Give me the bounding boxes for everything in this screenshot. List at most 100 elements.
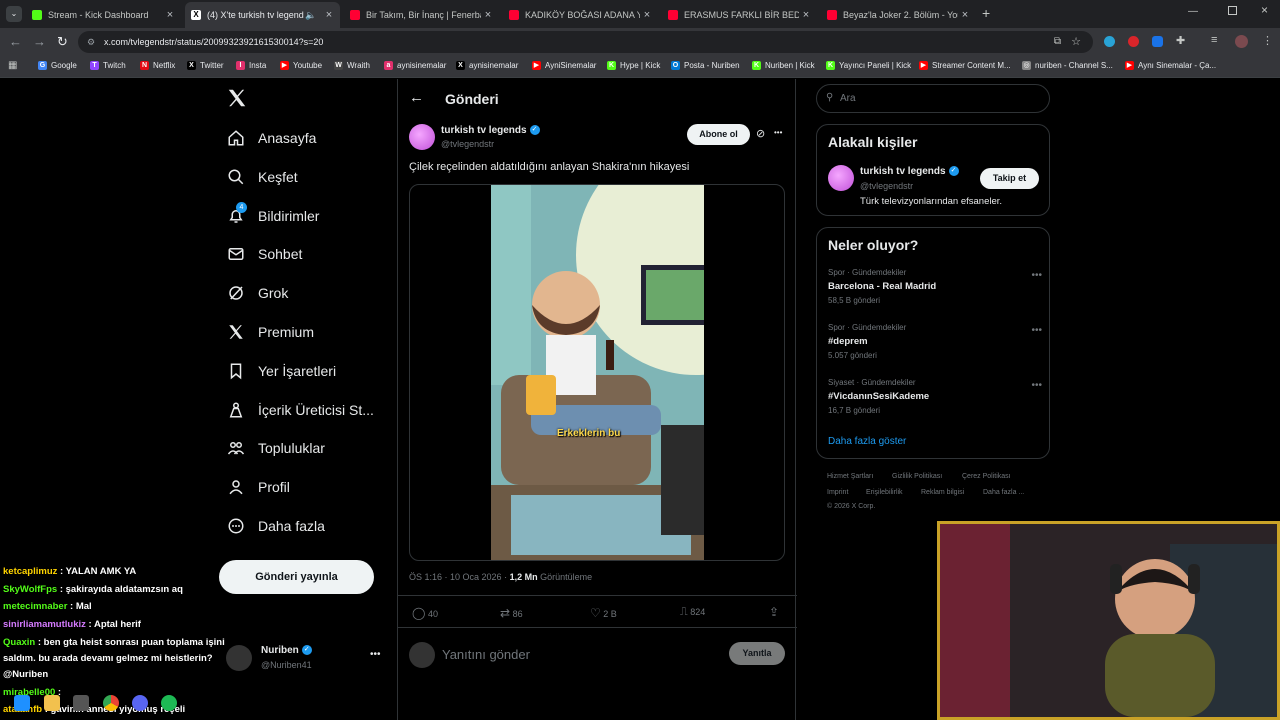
reply-button[interactable]: Yanıtla <box>729 642 785 665</box>
reply-input[interactable]: Yanıtını gönder <box>442 647 530 662</box>
more-icon[interactable]: ••• <box>1031 380 1042 391</box>
apps-grid-icon[interactable]: ▦ <box>8 60 17 71</box>
bookmark-item[interactable]: T Twitch <box>90 61 126 70</box>
post-time[interactable]: ÖS 1:16 · 10 Oca 2026 <box>409 572 502 582</box>
file-explorer-icon[interactable] <box>44 695 60 711</box>
browser-tab-active[interactable]: X (4) X'te turkish tv legends: "Ç 🔈 × <box>185 2 340 28</box>
app-icon[interactable] <box>73 695 89 711</box>
bookmark-item[interactable]: K Hype | Kick <box>607 61 660 70</box>
sidebar-item-creator[interactable]: İçerik Üreticisi St... <box>226 398 374 422</box>
more-icon[interactable]: ••• <box>1031 325 1042 336</box>
bookmark-item[interactable]: ▶ Youtube <box>280 61 322 70</box>
window-close-icon[interactable]: × <box>1261 3 1268 17</box>
bookmark-item[interactable]: I Insta <box>236 61 266 70</box>
close-icon[interactable]: × <box>322 9 336 21</box>
browser-tab[interactable]: ERASMUS FARKLI BİR BEDENDE × <box>662 4 817 26</box>
browser-tab[interactable]: KADIKÖY BOĞASI ADANA YÜRE × <box>503 4 658 26</box>
show-more-link[interactable]: Daha fazla göster <box>828 436 906 447</box>
repost-action[interactable]: ⇄ 86 <box>500 606 523 620</box>
star-icon[interactable]: ☆ <box>1071 31 1081 53</box>
grok-icon[interactable]: ⊘ <box>756 127 765 140</box>
back-arrow-icon[interactable]: ← <box>409 89 424 106</box>
sidebar-item-communities[interactable]: Topluluklar <box>226 436 325 460</box>
close-icon[interactable]: × <box>640 9 654 21</box>
bookmark-action[interactable]: ⎍ 824 <box>680 606 705 619</box>
maximize-icon[interactable] <box>1228 6 1237 15</box>
bookmark-item[interactable]: Xaynisinemalar <box>456 61 518 70</box>
post-button[interactable]: Gönderi yayınla <box>219 560 374 594</box>
bookmark-item[interactable]: K Yayıncı Paneli | Kick <box>826 61 911 70</box>
spotify-icon[interactable] <box>161 695 177 711</box>
speaker-icon[interactable]: 🔈 <box>304 10 318 21</box>
account-switcher[interactable]: Nuriben ✓ @Nuriben41 ••• <box>226 639 386 675</box>
sidebar-item-grok[interactable]: Grok <box>226 281 288 305</box>
bookmark-item[interactable]: N Netflix <box>140 61 175 70</box>
bookmark-item[interactable]: ◎ nuriben - Channel S... <box>1022 61 1113 70</box>
close-icon[interactable]: × <box>481 9 495 21</box>
bookmark-item[interactable]: G Google <box>38 61 77 70</box>
minimize-icon[interactable]: — <box>1188 6 1198 17</box>
more-icon[interactable]: ••• <box>1031 270 1042 281</box>
related-name[interactable]: turkish tv legends <box>860 166 946 177</box>
reload-icon[interactable]: ↻ <box>57 34 68 50</box>
reply-action[interactable]: ◯ 40 <box>412 606 438 620</box>
footer-link[interactable]: Hizmet Şartları <box>827 473 873 480</box>
browser-tab[interactable]: Stream - Kick Dashboard × <box>26 4 181 26</box>
trend-item[interactable]: Spor · Gündemdekiler Barcelona - Real Mad… <box>828 268 1042 305</box>
bookmark-item[interactable]: K Nuriben | Kick <box>752 61 815 70</box>
search-input[interactable]: ⚲ Ara <box>816 84 1050 113</box>
sidebar-item-mail[interactable]: Sohbet <box>226 242 302 266</box>
trend-item[interactable]: Siyaset · Gündemdekiler #VicdanınSesiKade… <box>828 378 1042 415</box>
extension-icon[interactable] <box>1104 36 1115 47</box>
profile-avatar-icon[interactable] <box>1235 35 1248 48</box>
footer-link[interactable]: Gizlilik Politikası <box>892 473 942 480</box>
chrome-icon[interactable] <box>103 695 119 711</box>
trend-item[interactable]: Spor · Gündemdekiler #deprem 5.057 gönderi… <box>828 323 1042 360</box>
footer-link[interactable]: Daha fazla ... <box>983 489 1024 496</box>
footer-link[interactable]: Imprint <box>827 489 848 496</box>
back-icon[interactable]: ← <box>9 34 22 49</box>
more-icon[interactable]: ••• <box>370 649 381 660</box>
sidebar-item-bookmark[interactable]: Yer İşaretleri <box>226 359 336 383</box>
close-icon[interactable]: × <box>958 9 972 21</box>
bookmark-item[interactable]: X Twitter <box>187 61 224 70</box>
bookmark-item[interactable]: ▶ Streamer Content M... <box>919 61 1011 70</box>
related-avatar[interactable] <box>828 165 854 191</box>
extension-icon[interactable] <box>1152 36 1163 47</box>
new-tab-button[interactable]: + <box>982 5 990 21</box>
media-controls-icon[interactable]: ≡ <box>1211 34 1217 46</box>
install-icon[interactable]: ⧉ <box>1054 31 1061 53</box>
bookmark-item[interactable]: ▶ AyniSinemalar <box>532 61 596 70</box>
bookmark-item[interactable]: W Wraith <box>334 61 370 70</box>
sidebar-item-bell[interactable]: 4 Bildirimler <box>226 201 319 228</box>
more-icon[interactable]: ••• <box>774 128 782 137</box>
address-bar[interactable]: ⚙ x.com/tvlegendstr/status/2009932392161… <box>78 31 1093 53</box>
subscribe-button[interactable]: Abone ol <box>687 124 750 145</box>
author-avatar[interactable] <box>409 124 435 150</box>
x-logo-icon[interactable] <box>226 87 248 109</box>
sidebar-item-home[interactable]: Anasayfa <box>226 126 316 150</box>
bookmark-item[interactable]: O Posta - Nuriben <box>671 61 740 70</box>
discord-icon[interactable] <box>132 695 148 711</box>
video-player[interactable]: Erkeklerin bu <box>409 184 785 561</box>
extension-icon[interactable] <box>1128 36 1139 47</box>
footer-link[interactable]: Reklam bilgisi <box>921 489 964 496</box>
footer-link[interactable]: Çerez Politikası <box>962 473 1011 480</box>
follow-button[interactable]: Takip et <box>980 168 1039 189</box>
sidebar-item-profile[interactable]: Profil <box>226 475 290 499</box>
menu-icon[interactable]: ⋮ <box>1262 34 1273 47</box>
forward-icon[interactable]: → <box>33 34 46 49</box>
close-icon[interactable]: × <box>163 9 177 21</box>
author-name[interactable]: turkish tv legends <box>441 125 527 136</box>
share-icon[interactable]: ⇪ <box>769 605 779 619</box>
footer-link[interactable]: Erişilebilirlik <box>866 489 903 496</box>
close-icon[interactable]: × <box>799 9 813 21</box>
site-info-icon[interactable]: ⚙ <box>87 31 95 53</box>
sidebar-item-search[interactable]: Keşfet <box>226 165 298 189</box>
browser-tab[interactable]: Beyaz'la Joker 2. Bölüm - YouTu × <box>821 4 976 26</box>
like-action[interactable]: ♡ 2 B <box>590 606 617 620</box>
browser-tab[interactable]: Bir Takım, Bir İnanç | Fenerbahçe × <box>344 4 499 26</box>
bookmark-item[interactable]: ▶ Aynı Sinemalar - Ça... <box>1125 61 1216 70</box>
author-handle[interactable]: @tvlegendstr <box>441 139 494 149</box>
extensions-puzzle-icon[interactable]: ✚ <box>1176 34 1185 47</box>
